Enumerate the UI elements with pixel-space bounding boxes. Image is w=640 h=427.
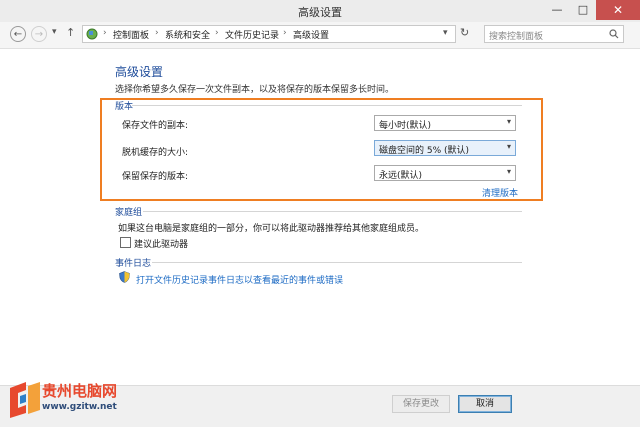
homegroup-section-label: 家庭组 — [115, 208, 143, 218]
breadcrumb-file-history[interactable]: 文件历史记录 — [225, 28, 279, 41]
navigation-bar: ← → ▾ ↑ › 控制面板 › 系统和安全 › 文件历史记录 › 高级设置 ▾… — [0, 22, 640, 49]
search-placeholder: 搜索控制面板 — [489, 32, 544, 42]
breadcrumb-system-security[interactable]: 系统和安全 — [165, 28, 210, 41]
back-button[interactable]: ← — [10, 26, 26, 42]
title-bar: 高级设置 — □ ✕ — [0, 0, 640, 23]
section-divider — [143, 211, 522, 212]
cancel-button[interactable]: 取消 — [458, 395, 512, 413]
watermark-url: www.gzitw.net — [42, 402, 117, 412]
homegroup-description: 如果这台电脑是家庭组的一部分，你可以将此驱动器推荐给其他家庭组成员。 — [118, 224, 425, 234]
address-bar[interactable]: › 控制面板 › 系统和安全 › 文件历史记录 › 高级设置 ▾ — [82, 25, 456, 43]
shield-icon — [119, 271, 130, 283]
breadcrumb-control-panel[interactable]: 控制面板 — [113, 28, 149, 41]
search-input[interactable]: 搜索控制面板 — [484, 25, 624, 43]
address-dropdown-button[interactable]: ▾ — [443, 28, 448, 38]
search-icon[interactable] — [609, 29, 619, 39]
maximize-button[interactable]: □ — [570, 0, 596, 20]
breadcrumb-separator: › — [155, 28, 159, 38]
recent-locations-dropdown[interactable]: ▾ — [52, 27, 57, 37]
open-event-log-link[interactable]: 打开文件历史记录事件日志以查看最近的事件或错误 — [136, 273, 343, 286]
control-panel-icon — [86, 28, 98, 40]
up-button[interactable]: ↑ — [66, 26, 75, 39]
section-divider — [152, 262, 522, 263]
recommend-drive-label[interactable]: 建议此驱动器 — [134, 237, 188, 250]
forward-button[interactable]: → — [31, 26, 47, 42]
breadcrumb-advanced-settings[interactable]: 高级设置 — [293, 28, 329, 41]
watermark-name: 贵州电脑网 — [42, 382, 118, 400]
highlight-box — [100, 98, 543, 201]
site-logo-icon — [10, 382, 40, 418]
page-description: 选择你希望多久保存一次文件副本，以及将保存的版本保留多长时间。 — [115, 85, 395, 95]
minimize-button[interactable]: — — [544, 0, 570, 20]
close-button[interactable]: ✕ — [596, 0, 640, 20]
breadcrumb-separator: › — [215, 28, 219, 38]
refresh-button[interactable]: ↻ — [460, 26, 469, 39]
recommend-drive-checkbox[interactable] — [120, 237, 131, 248]
eventlog-section-label: 事件日志 — [115, 259, 152, 269]
page-title: 高级设置 — [115, 65, 164, 79]
save-changes-button[interactable]: 保存更改 — [392, 395, 450, 413]
watermark-logo: 贵州电脑网 www.gzitw.net — [6, 378, 156, 422]
breadcrumb-separator: › — [283, 28, 287, 38]
breadcrumb-separator: › — [103, 28, 107, 38]
